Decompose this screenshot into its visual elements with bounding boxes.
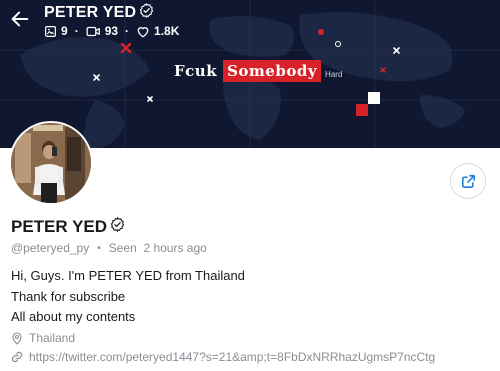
banner-text-1: Fcuk [174,62,218,80]
videos-count[interactable]: 93 [86,24,118,38]
top-bar: PETER YED 9 · 93 · 1.8K [0,0,500,44]
banner-text-2: Somebody [223,60,322,82]
banner-caption: Fcuk Somebody Hard [174,60,342,82]
handle-row: @peteryed_py • Seen 2 hours ago [11,241,207,255]
separator-dot: · [125,24,130,38]
heart-icon [137,26,149,37]
header-title: PETER YED [44,2,154,23]
separator-dot: · [74,24,79,38]
avatar[interactable] [9,121,93,205]
back-button[interactable] [9,8,31,30]
photos-count[interactable]: 9 [44,24,68,38]
location-text: Thailand [29,331,76,345]
avatar-photo [11,123,91,203]
arrow-left-icon [11,11,29,27]
separator-dot: • [97,242,101,254]
verified-badge-icon [139,2,154,23]
link-text: https://twitter.com/peteryed1447?s=21&am… [29,350,436,364]
image-icon [45,25,56,37]
profile-link[interactable]: https://twitter.com/peteryed1447?s=21&am… [11,350,435,364]
link-icon [11,351,23,363]
share-icon [461,174,475,188]
profile-name-text: PETER YED [11,217,108,236]
videos-count-value: 93 [104,24,119,38]
bio-line: Thank for subscribe [11,288,126,304]
header-name: PETER YED [44,4,137,21]
photos-count-value: 9 [61,24,68,38]
last-seen: Seen 2 hours ago [108,241,207,255]
profile-bio: Hi, Guys. I'm PETER YED from Thailand Th… [11,266,245,328]
video-icon [86,26,100,36]
bio-line: All about my contents [11,309,136,324]
profile-handle: @peteryed_py [11,241,90,255]
share-button[interactable] [450,163,486,199]
likes-count[interactable]: 1.8K [136,24,179,38]
header-stats: 9 · 93 · 1.8K [44,24,179,38]
likes-count-value: 1.8K [154,24,180,38]
location-row: Thailand [11,331,75,345]
map-pin-icon [12,331,22,345]
bio-line: Hi, Guys. I'm PETER YED from Thailand [11,268,245,283]
verified-badge-icon [110,216,125,237]
profile-name: PETER YED [11,216,125,237]
banner-text-3: Hard [325,69,343,79]
